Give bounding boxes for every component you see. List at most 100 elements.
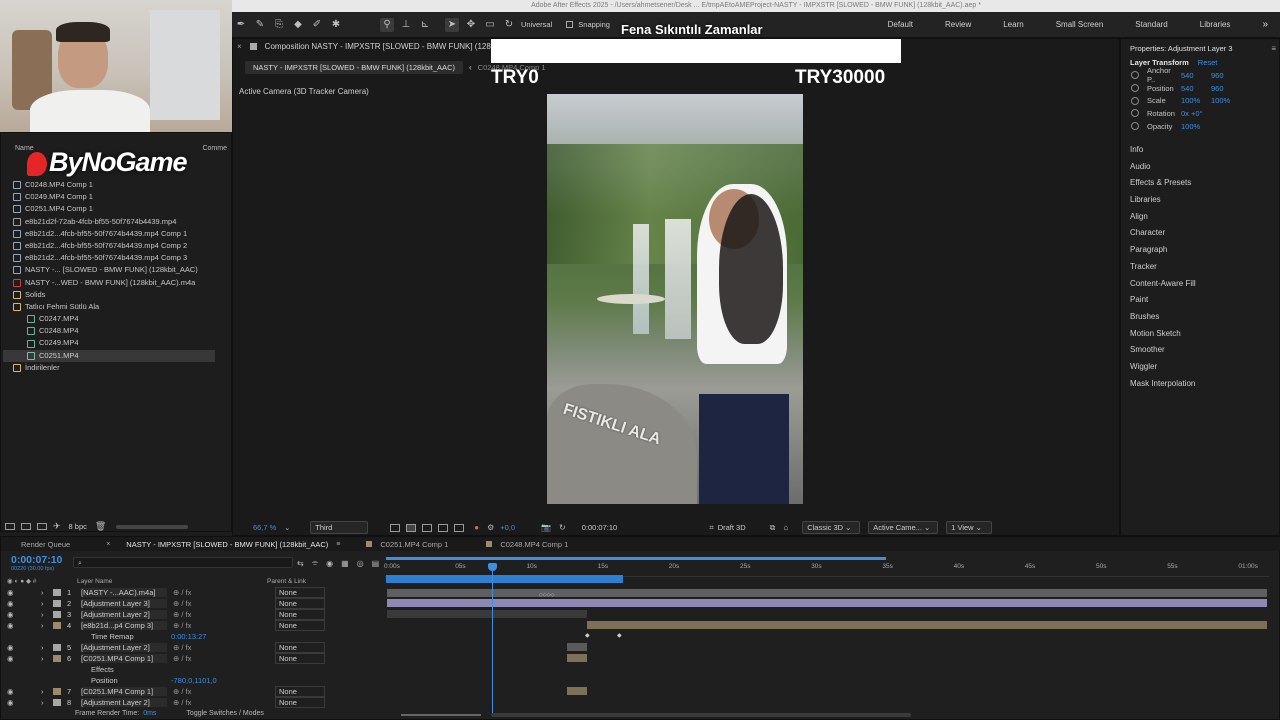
parent-dropdown[interactable]: None xyxy=(275,587,325,598)
layer-color-label[interactable] xyxy=(53,677,61,684)
timeline-zoom-slider[interactable] xyxy=(401,714,481,716)
parent-dropdown[interactable]: None xyxy=(275,697,325,708)
snapping-checkbox[interactable] xyxy=(566,21,574,28)
adjustment-layer-2-bar-5[interactable] xyxy=(567,643,587,651)
parent-link-header[interactable]: Parent & Link xyxy=(267,578,306,585)
layer-row[interactable]: Position -780,0,1101,0 xyxy=(1,675,383,686)
parent-dropdown[interactable]: None xyxy=(275,609,325,620)
panel-menu-icon[interactable]: ≡ xyxy=(1271,44,1276,53)
project-item[interactable]: İndirilenler xyxy=(13,362,223,374)
panel-list-item[interactable]: Mask Interpolation xyxy=(1121,376,1280,393)
layer-row[interactable]: ◉ › 5 [Adjustment Layer 2] ⊕ / fx None xyxy=(1,642,383,653)
panel-list-item[interactable]: Paint xyxy=(1121,292,1280,309)
parent-dropdown[interactable]: None xyxy=(275,620,325,631)
panel-list-item[interactable]: Content-Aware Fill xyxy=(1121,276,1280,293)
stopwatch-icon[interactable] xyxy=(1131,71,1139,80)
frame-blending-icon[interactable]: ▦ xyxy=(341,559,349,568)
channel-icon[interactable]: ● xyxy=(474,523,479,532)
visibility-icon[interactable]: ◉ xyxy=(1,588,41,597)
keyframe-marker-2[interactable]: ◆ xyxy=(617,632,622,639)
panel-list-item[interactable]: Libraries xyxy=(1121,192,1280,209)
rectangle-tool-icon[interactable]: ▭ xyxy=(483,18,497,32)
expand-arrow-icon[interactable]: › xyxy=(41,588,53,597)
layer-switches[interactable]: ⊕ / fx xyxy=(167,621,275,630)
parent-dropdown[interactable]: None xyxy=(275,653,325,664)
layer-color-label[interactable] xyxy=(53,589,61,596)
layer-color-label[interactable] xyxy=(53,633,61,640)
rotate-tool-icon[interactable]: ↻ xyxy=(502,18,516,32)
keyframe-marker[interactable]: ◆ xyxy=(585,632,590,639)
renderer-dropdown[interactable]: Classic 3D ⌄ xyxy=(802,521,861,534)
shy-icon[interactable]: ◉ xyxy=(326,559,333,568)
workspace-tab[interactable]: Default xyxy=(888,20,913,29)
c0251-layer-bar-7[interactable] xyxy=(567,687,587,695)
new-comp-icon[interactable] xyxy=(37,523,47,530)
layer-switches[interactable]: ⊕ / fx xyxy=(167,599,275,608)
layer-name[interactable]: [NASTY -...AAC).m4a] xyxy=(81,588,167,597)
layer-row[interactable]: ◉ › 1 [NASTY -...AAC).m4a] ⊕ / fx None xyxy=(1,587,383,598)
snapping-label[interactable]: Snapping xyxy=(578,20,610,29)
expand-arrow-icon[interactable]: › xyxy=(41,698,53,707)
workspace-tab[interactable]: Review xyxy=(945,20,971,29)
layer-row[interactable]: ◉ › 8 [Adjustment Layer 2] ⊕ / fx None xyxy=(1,697,383,708)
draft-3d-toggle[interactable]: ⌗ Draft 3D xyxy=(709,523,745,533)
layer-name[interactable]: [C0251.MP4 Comp 1] xyxy=(81,687,167,696)
layer-color-label[interactable] xyxy=(53,666,61,673)
new-folder-icon[interactable] xyxy=(21,523,31,530)
show-snapshot-icon[interactable]: ↻ xyxy=(559,523,566,532)
panel-list-item[interactable]: Brushes xyxy=(1121,309,1280,326)
view-layout-dropdown[interactable]: 1 View ⌄ xyxy=(946,521,993,534)
audio-keyframes[interactable]: ◇◇◇◇ xyxy=(539,592,554,598)
layer-row[interactable]: ◉ › 7 [C0251.MP4 Comp 1] ⊕ / fx None xyxy=(1,686,383,697)
property-value[interactable]: 100% xyxy=(1181,96,1211,105)
adjustment-layer-3-bar[interactable] xyxy=(387,599,1267,607)
pen-icon[interactable]: ✒ xyxy=(234,18,248,32)
trash-icon[interactable]: 🗑 xyxy=(95,521,106,532)
workspace-tab[interactable]: Standard xyxy=(1135,20,1167,29)
roto-brush-icon[interactable]: ✐ xyxy=(310,18,324,32)
local-axis-icon[interactable]: ⊾ xyxy=(418,18,432,32)
camera-snapshot-icon[interactable]: 📷 xyxy=(541,523,551,532)
layer-switches[interactable]: ⊕ / fx xyxy=(167,588,275,597)
tab-menu-icon[interactable]: ≡ xyxy=(336,541,340,548)
lock-icon[interactable] xyxy=(249,43,257,50)
layer-row[interactable]: ◉ › 2 [Adjustment Layer 3] ⊕ / fx None xyxy=(1,598,383,609)
layer-row[interactable]: Time Remap 0:00:13:27 xyxy=(1,631,383,642)
property-value[interactable]: 540 xyxy=(1181,84,1211,93)
property-value-2[interactable]: 960 xyxy=(1211,71,1224,80)
panel-list-item[interactable]: Audio xyxy=(1121,159,1280,176)
current-time-readout[interactable]: 0:00:07:10 xyxy=(582,523,617,532)
layer-row[interactable]: ◉ › 3 [Adjustment Layer 2] ⊕ / fx None xyxy=(1,609,383,620)
panel-list-item[interactable]: Align xyxy=(1121,209,1280,226)
panel-list-item[interactable]: Smoother xyxy=(1121,342,1280,359)
panel-list-item[interactable]: Motion Sketch xyxy=(1121,326,1280,343)
audio-layer-bar[interactable] xyxy=(387,589,1267,597)
zoom-dropdown-icon[interactable]: ⌄ xyxy=(284,524,290,532)
comp-3-layer-bar[interactable] xyxy=(587,621,1267,629)
expand-arrow-icon[interactable]: › xyxy=(41,687,53,696)
layer-row[interactable]: ◉ › 6 [C0251.MP4 Comp 1] ⊕ / fx None xyxy=(1,653,383,664)
project-item[interactable]: C0248.MP4 xyxy=(13,325,223,337)
snapshot-icon[interactable] xyxy=(454,523,465,532)
region-of-interest-icon[interactable] xyxy=(390,523,401,532)
layer-color-label[interactable] xyxy=(53,622,61,629)
layer-color-label[interactable] xyxy=(53,611,61,618)
visibility-icon[interactable]: ◉ xyxy=(1,643,41,652)
color-management-icon[interactable]: ⚙ xyxy=(487,523,494,532)
interpret-footage-icon[interactable] xyxy=(5,523,15,530)
graph-editor-icon[interactable]: ▤ xyxy=(372,559,380,568)
project-item[interactable]: C0251.MP4 Comp 1 xyxy=(13,203,223,215)
visibility-icon[interactable]: ◉ xyxy=(1,621,41,630)
close-tab-icon[interactable]: × xyxy=(106,541,110,548)
panel-list-item[interactable]: Character xyxy=(1121,225,1280,242)
3d-ground-plane-icon[interactable]: ⌂ xyxy=(783,523,788,532)
tab-nav-left-icon[interactable]: ‹ xyxy=(469,63,472,72)
property-value-2[interactable]: 960 xyxy=(1211,84,1224,93)
property-value[interactable]: 540 xyxy=(1181,71,1211,80)
extended-viewer-icon[interactable]: ⧉ xyxy=(770,523,776,533)
eraser-icon[interactable]: ◆ xyxy=(291,18,305,32)
render-icon[interactable]: ✈ xyxy=(53,521,61,532)
layer-switches[interactable]: ⊕ / fx xyxy=(167,610,275,619)
work-area-range[interactable] xyxy=(386,575,623,583)
layer-color-label[interactable] xyxy=(53,644,61,651)
